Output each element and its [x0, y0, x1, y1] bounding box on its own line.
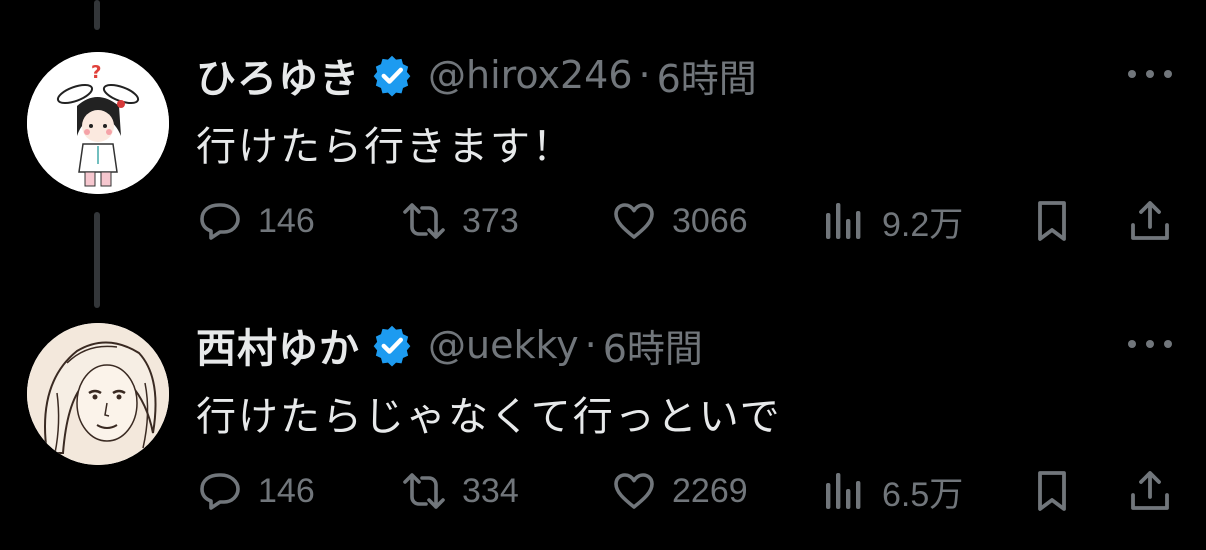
retweet-button[interactable]: 334 [400, 466, 519, 516]
views-count: 6.5万 [882, 475, 964, 514]
avatar[interactable] [27, 323, 169, 465]
retweet-button[interactable]: 373 [400, 196, 519, 246]
separator-dot: · [584, 323, 597, 367]
retweet-icon [400, 467, 448, 515]
tweet-text: 行けたらじゃなくて行っといで [196, 394, 782, 440]
tweet-text: 行けたら行きます！ [196, 124, 574, 170]
share-button[interactable] [1126, 466, 1174, 516]
views-bar-chart-icon [820, 197, 868, 245]
share-button[interactable] [1126, 196, 1174, 246]
views-button[interactable]: 6.5万 [820, 466, 963, 516]
heart-icon [610, 197, 658, 245]
reply-button[interactable]: 146 [196, 196, 315, 246]
share-icon [1126, 197, 1174, 245]
bookmark-button[interactable] [1028, 466, 1076, 516]
bookmark-icon [1028, 197, 1076, 245]
timestamp[interactable]: 6時間 [603, 318, 703, 373]
share-icon [1126, 467, 1174, 515]
display-name[interactable]: ひろゆき [196, 46, 360, 104]
verified-badge-icon [370, 53, 414, 97]
views-count: 9.2万 [882, 205, 964, 244]
tweet[interactable]: ? ひろゆき @hirox246 · 6時間 行けたら行きます！ 146 373… [0, 0, 1206, 280]
more-dots-icon[interactable] [1128, 334, 1172, 354]
retweet-count: 334 [462, 471, 519, 510]
tweet-header: 西村ゆか @uekky · 6時間 [196, 318, 703, 373]
handle[interactable]: @uekky [428, 323, 579, 367]
tweet-header: ひろゆき @hirox246 · 6時間 [196, 48, 757, 103]
reply-icon [196, 197, 244, 245]
reply-button[interactable]: 146 [196, 466, 315, 516]
more-dots-icon[interactable] [1128, 64, 1172, 84]
like-count: 2269 [672, 471, 748, 510]
like-button[interactable]: 2269 [610, 466, 748, 516]
views-button[interactable]: 9.2万 [820, 196, 963, 246]
bookmark-icon [1028, 467, 1076, 515]
svg-text:?: ? [91, 62, 101, 83]
like-count: 3066 [672, 201, 748, 240]
separator-dot: · [638, 53, 651, 97]
handle[interactable]: @hirox246 [428, 53, 633, 97]
tweet[interactable]: 西村ゆか @uekky · 6時間 行けたらじゃなくて行っといで 146 334 [0, 280, 1206, 550]
like-button[interactable]: 3066 [610, 196, 748, 246]
reply-icon [196, 467, 244, 515]
retweet-count: 373 [462, 201, 519, 240]
avatar[interactable]: ? [27, 52, 169, 194]
reply-count: 146 [258, 201, 315, 240]
timestamp[interactable]: 6時間 [657, 48, 757, 103]
heart-icon [610, 467, 658, 515]
views-bar-chart-icon [820, 467, 868, 515]
retweet-icon [400, 197, 448, 245]
reply-count: 146 [258, 471, 315, 510]
bookmark-button[interactable] [1028, 196, 1076, 246]
display-name[interactable]: 西村ゆか [196, 316, 360, 374]
verified-badge-icon [370, 323, 414, 367]
